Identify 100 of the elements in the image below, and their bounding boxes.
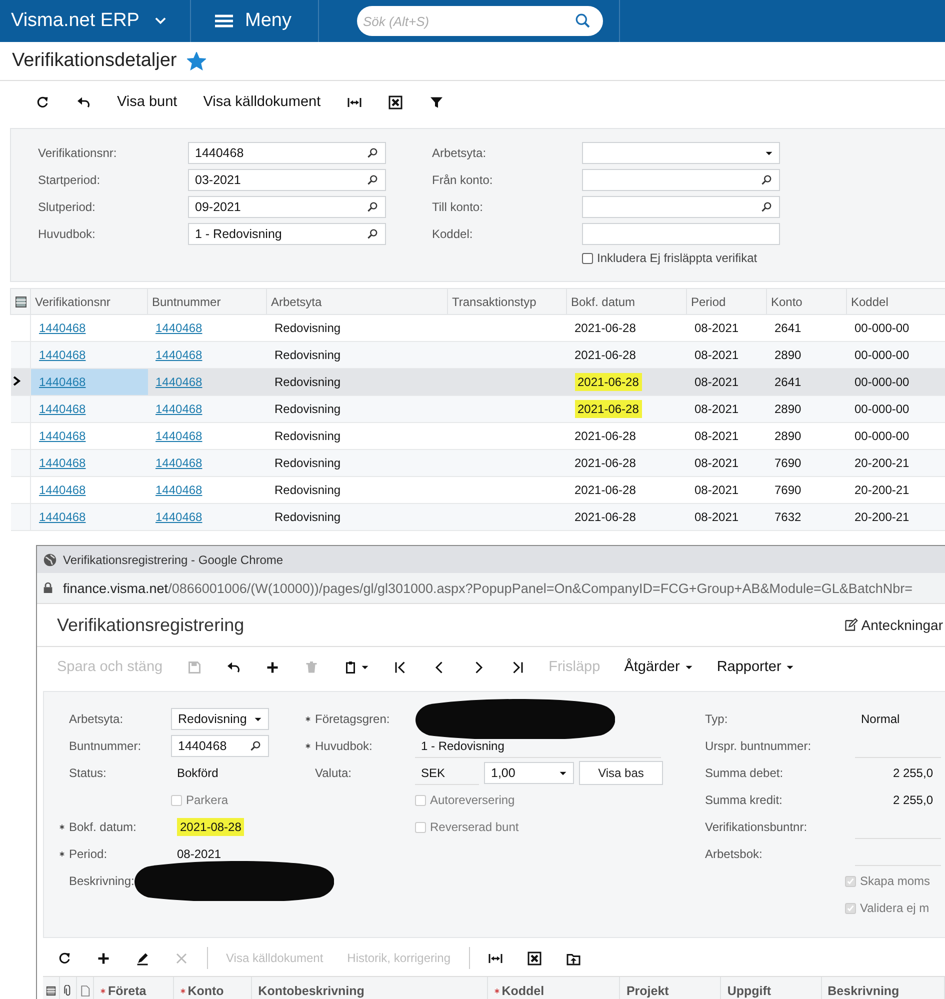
lookup-field[interactable] [582,196,780,218]
column-header[interactable]: Projekt [626,984,669,998]
link[interactable]: 1440468 [156,483,202,497]
toolbar-button[interactable]: Visa bunt [104,87,190,117]
grid-settings-icon[interactable] [46,985,56,997]
checkbox[interactable] [582,252,593,264]
table-cell: 2021-06-28 [574,321,636,335]
column-header[interactable]: Kontobeskrivning [258,984,364,998]
search-field[interactable]: Sök (Alt+S) [357,6,603,36]
notes-button[interactable]: Anteckningar [844,617,943,633]
lookup-field[interactable]: 09-2021 [188,196,386,218]
table-cell: 2021-06-28 [574,483,636,497]
currency-value: SEK [415,762,479,784]
app-switcher[interactable]: Visma.net ERP [0,0,191,42]
table-cell: 7632 [774,510,802,524]
table-cell: 2021-06-28 [574,348,636,362]
caret-icon [765,150,773,156]
caret-icon [559,770,567,776]
excel-export-icon [526,950,542,966]
field-label: Från konto: [432,173,494,187]
text-field[interactable] [582,223,780,245]
window-title: Verifikationsregistrering - Google Chrome [63,552,284,566]
column-header[interactable]: Koddel [502,984,544,998]
table-cell: Redovisning [274,510,341,524]
table-cell: 2890 [774,429,802,443]
lookup-field[interactable] [582,169,780,191]
field-label: Huvudbok: [38,227,96,241]
lookup-field[interactable]: 1440468 [188,142,386,164]
current-row-icon [12,376,20,386]
refresh-icon [35,94,50,110]
address-bar[interactable]: finance.visma.net/0866001006/(W(10000))/pages/gl/gl301000.aspx?PopupPanel=On&CompanyID=FCG+Group+AB&Module=GL&BatchNbr= [37,573,945,604]
column-header[interactable]: Beskrivning [828,984,900,998]
field-label: Urspr. buntnummer: [705,739,812,753]
table-cell: 2021-06-28 [574,456,636,470]
star-icon[interactable] [186,52,206,70]
table-cell: Redovisning [274,375,341,389]
column-header[interactable]: Företa [108,984,146,998]
grid-settings-icon[interactable] [15,296,27,308]
link[interactable]: 1440468 [156,321,202,335]
caret-icon [684,664,693,670]
search-icon [367,174,379,186]
lookup-field[interactable]: 1440468 [171,735,269,757]
checkbox-label: Inkludera Ej frisläppta verifikat [597,251,758,265]
caret-icon [786,664,794,670]
field-value: 2 255,0 [892,793,933,807]
plus-icon [264,660,280,674]
table-cell: 20-200-21 [854,510,910,524]
document-icon[interactable] [80,985,90,997]
search-icon [367,201,379,213]
toolbar-button[interactable]: Visa källdokument [190,87,334,117]
table-cell: 08-2021 [694,348,739,362]
table-cell: Redovisning [274,348,341,362]
menu-button[interactable]: Rapporter [704,652,806,682]
dropdown-field[interactable]: Redovisning [171,708,269,730]
link[interactable]: 1440468 [39,429,86,443]
table-row[interactable]: 1440468 1440468 Redovisning 2021-06-28 08-2021 7632 20-200-21 [10,504,945,530]
link[interactable]: 1440468 [156,429,202,443]
table-cell: 2021-06-28 [574,510,636,524]
table-cell: 00-000-00 [854,321,910,335]
checkbox-label: Reverserad bunt [430,820,519,834]
paperclip-icon[interactable] [63,985,73,997]
checkbox-label: Skapa moms [860,874,930,888]
lookup-field[interactable]: 1 - Redovisning [188,223,386,245]
checkbox-label: Parkera [186,793,228,807]
menu-button[interactable]: Meny [191,0,319,42]
table-cell: 2021-06-28 [574,429,636,443]
field-label: Valuta: [315,766,352,780]
table-cell: 2641 [774,321,802,335]
field-label: Arbetsyta: [432,146,488,160]
show-base-button[interactable]: Visa bas [579,761,663,785]
table-cell: 7690 [774,483,802,497]
menu-button[interactable]: Åtgärder [612,652,705,682]
table-cell: 2021-06-28 [574,400,642,418]
table-cell: 2641 [774,375,802,389]
search-icon [761,201,773,213]
link[interactable]: 1440468 [39,483,86,497]
link[interactable]: 1440468 [39,321,86,335]
column-header[interactable]: Arbetsyta [271,294,322,308]
trash-icon [304,660,319,674]
rate-dropdown[interactable]: 1,00 [484,762,574,784]
table-cell: 2021-06-28 [574,373,642,391]
table-cell: 08-2021 [694,402,739,416]
column-header[interactable]: Konto [188,984,224,998]
lookup-field[interactable]: 03-2021 [188,169,386,191]
url-host: finance.visma.net [63,580,168,596]
table-row[interactable]: 1440468 1440468 Redovisning 2021-06-28 08-2021 2890 00-000-00 [10,342,945,368]
search-icon [761,174,773,186]
plus-icon [96,950,111,966]
lock-icon [43,582,53,594]
column-header[interactable]: Uppgift [727,984,772,998]
table-cell: 00-000-00 [854,402,910,416]
checkbox-label: Autoreversering [430,793,515,807]
table-row[interactable]: 1440468 1440468 Redovisning 2021-06-28 08-2021 7690 20-200-21 [10,450,945,476]
table-row[interactable]: 1440468 1440468 Redovisning 2021-06-28 08-2021 2641 00-000-00 [10,368,945,396]
table-cell: Redovisning [274,429,341,443]
field-label: Summa kredit: [705,793,784,807]
dropdown-field[interactable] [582,142,780,164]
field-label: Summa debet: [705,766,784,780]
field-label: Startperiod: [38,173,102,187]
table-row[interactable]: 1440468 1440468 Redovisning 2021-06-28 08-2021 2890 00-000-00 [10,396,945,422]
